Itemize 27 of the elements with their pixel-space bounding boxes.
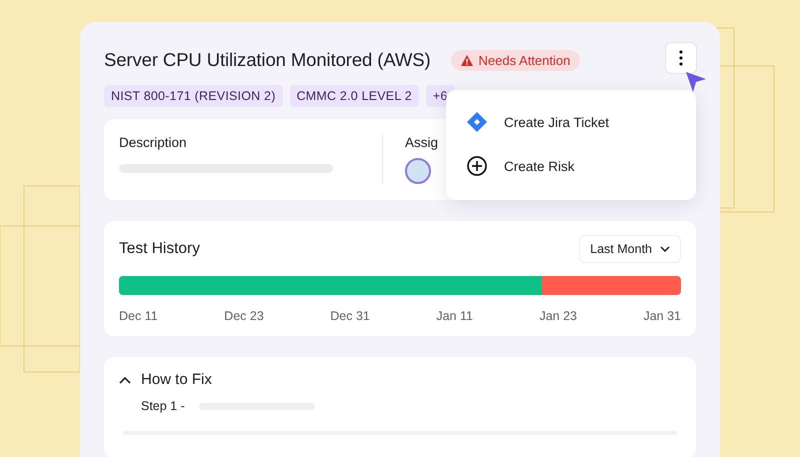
date-label: Dec 23 (224, 309, 264, 323)
section-title: How to Fix (141, 371, 212, 388)
warning-icon (460, 54, 473, 66)
assignee-label: Assig (405, 135, 438, 150)
add-circle-icon (466, 155, 488, 177)
date-label: Jan 11 (436, 309, 473, 323)
chevron-down-icon (660, 246, 670, 252)
chevron-up-icon[interactable] (119, 376, 131, 384)
more-options-button[interactable] (666, 43, 696, 73)
section-title: Test History (119, 240, 200, 258)
date-label: Dec 11 (119, 309, 158, 323)
avatar-icon[interactable] (405, 158, 431, 184)
date-label: Dec 31 (330, 309, 370, 323)
framework-tag: CMMC 2.0 LEVEL 2 (290, 85, 419, 107)
step-label: Step 1 - (141, 399, 185, 413)
cursor-icon (684, 70, 708, 94)
range-dropdown[interactable]: Last Month (579, 235, 681, 263)
date-label: Jan 23 (539, 309, 577, 323)
diamond-icon (466, 111, 488, 133)
kebab-menu-icon (679, 50, 683, 66)
menu-item[interactable]: Create Jira Ticket (466, 100, 696, 144)
menu-item[interactable]: Create Risk (466, 144, 696, 188)
status-badge: Needs Attention (450, 50, 580, 70)
date-label: Jan 31 (643, 309, 681, 323)
page-title: Server CPU Utilization Monitored (AWS) (104, 49, 431, 71)
description-label: Description (119, 135, 188, 150)
framework-tag: NIST 800-171 (REVISION 2) (104, 85, 283, 107)
